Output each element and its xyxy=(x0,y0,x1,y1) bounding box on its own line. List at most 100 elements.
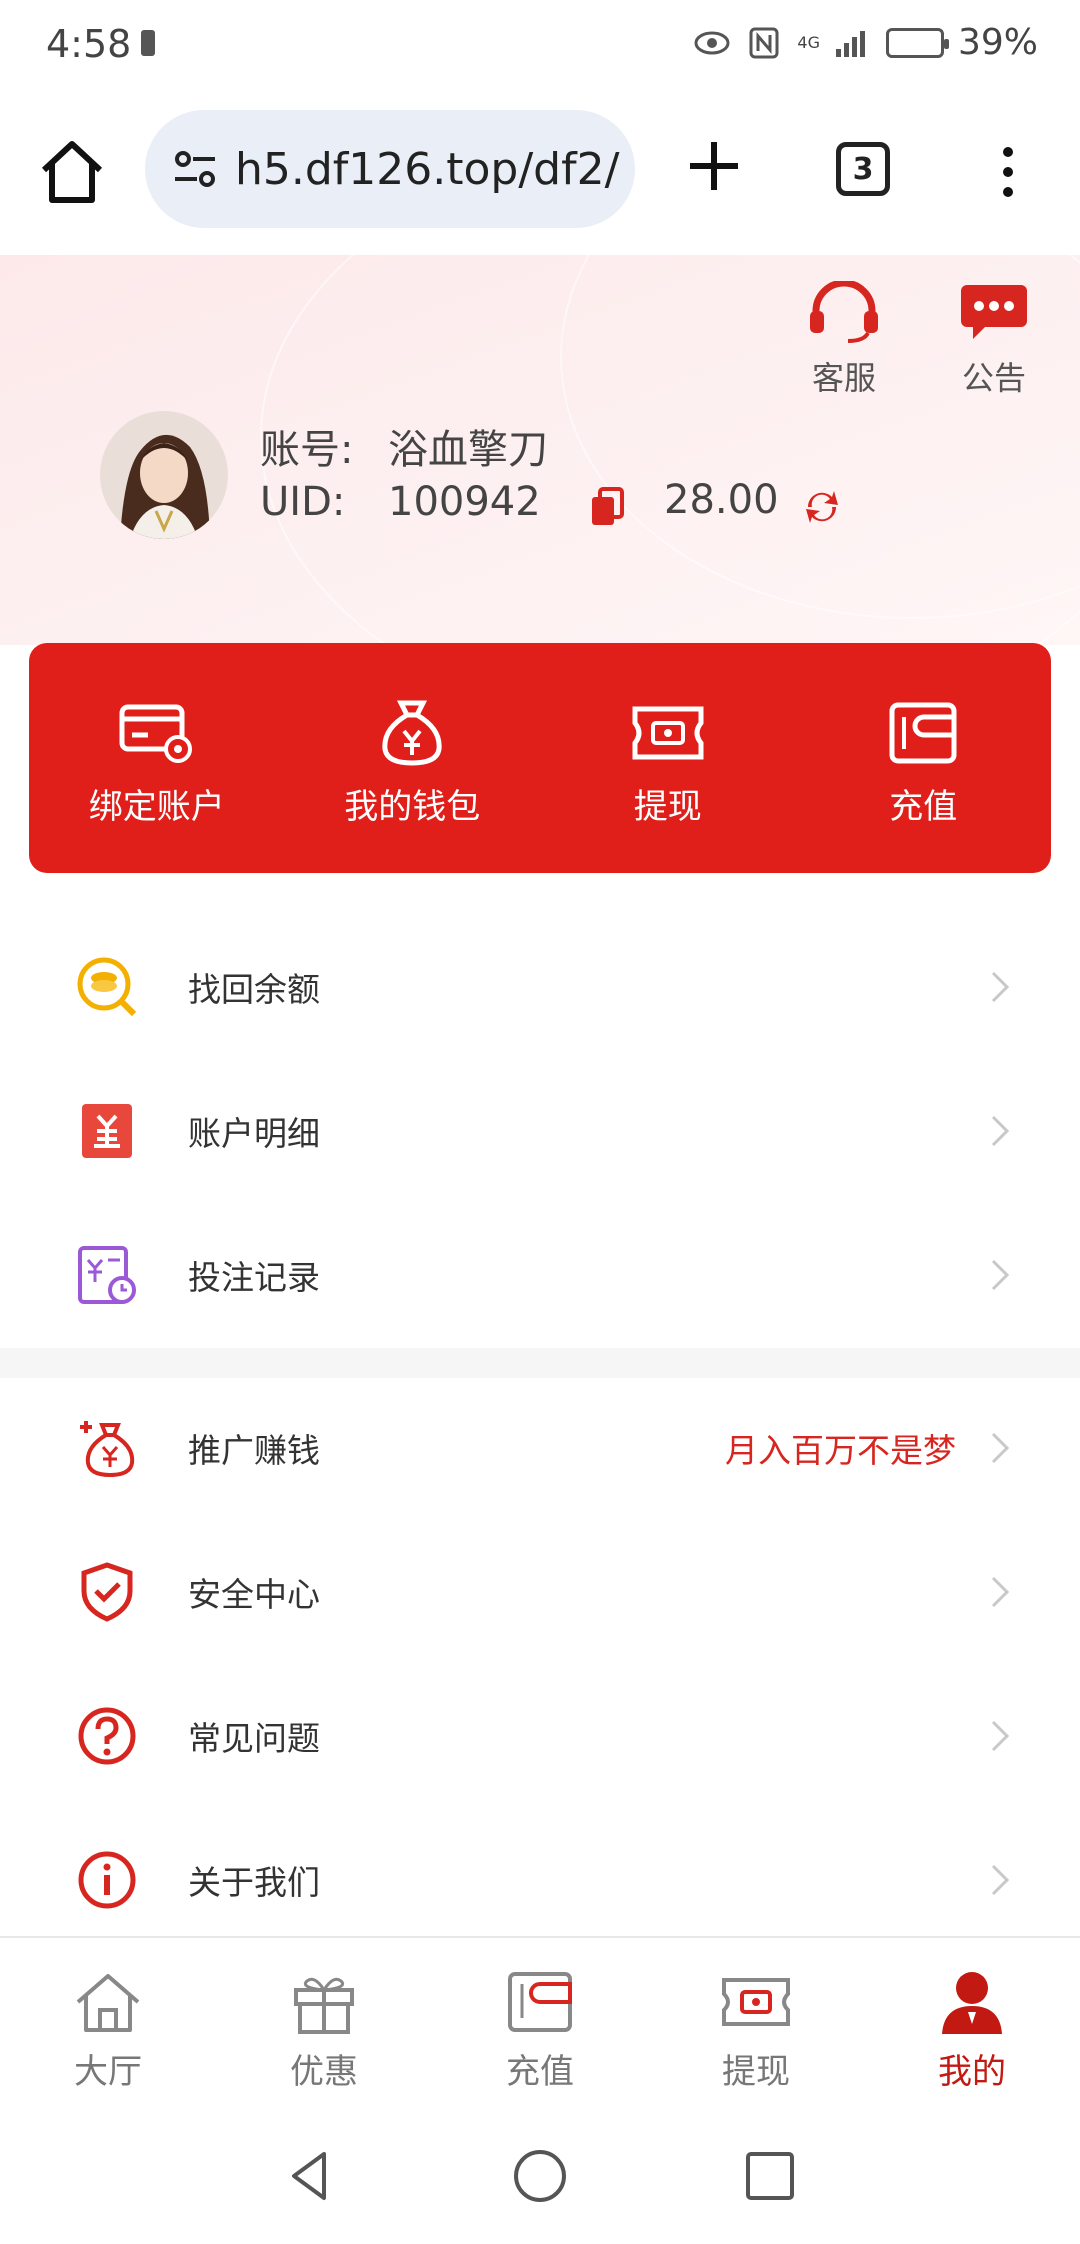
tab-withdraw[interactable]: 提现 xyxy=(648,1938,864,2118)
chevron-right-icon xyxy=(991,1720,1010,1752)
menu-item-promote-earn[interactable]: 推广赚钱 月入百万不是梦 xyxy=(0,1376,1080,1520)
browser-home-icon[interactable] xyxy=(36,136,108,208)
menu-item-bet-records[interactable]: 投注记录 xyxy=(0,1203,1080,1347)
tab-lobby[interactable]: 大厅 xyxy=(0,1938,216,2118)
back-icon[interactable] xyxy=(280,2146,340,2206)
coin-search-icon xyxy=(77,957,137,1017)
tab-withdraw-label: 提现 xyxy=(722,2052,790,2092)
battery-alert-icon xyxy=(141,30,155,56)
menu-label-account-details: 账户明细 xyxy=(188,1114,320,1153)
battery-percent: 39% xyxy=(957,22,1038,63)
chevron-right-icon xyxy=(991,971,1010,1003)
copy-icon[interactable] xyxy=(590,487,624,527)
tab-recharge[interactable]: 充值 xyxy=(432,1938,648,2118)
withdraw-ticket-icon xyxy=(722,1978,790,2026)
menu-label-bet-records: 投注记录 xyxy=(188,1258,320,1297)
tab-promotions[interactable]: 优惠 xyxy=(216,1938,432,2118)
tab-lobby-label: 大厅 xyxy=(74,2052,142,2092)
my-wallet-label: 我的钱包 xyxy=(344,787,481,827)
balance-amount: 28.00 xyxy=(664,477,779,523)
site-settings-icon[interactable] xyxy=(169,143,221,195)
home-nav-icon[interactable] xyxy=(510,2146,570,2206)
yuan-document-icon xyxy=(82,1104,132,1158)
plus-money-bag-icon xyxy=(80,1421,135,1478)
bind-account-label: 绑定账户 xyxy=(88,787,225,827)
headset-icon xyxy=(810,279,878,343)
menu-label-faq: 常见问题 xyxy=(188,1719,320,1758)
refresh-icon[interactable] xyxy=(800,485,844,529)
menu-label-promote-earn: 推广赚钱 xyxy=(188,1431,320,1470)
quick-actions-bar: 绑定账户 我的钱包 提现 充值 xyxy=(29,643,1051,873)
menu-item-faq[interactable]: 常见问题 xyxy=(0,1664,1080,1808)
status-bar: 4:58 4G 39% xyxy=(0,0,1080,90)
question-circle-icon xyxy=(78,1707,136,1765)
recharge-label: 充值 xyxy=(889,787,958,827)
new-tab-icon[interactable] xyxy=(682,134,746,198)
tab-mine-label: 我的 xyxy=(938,2052,1006,2092)
tab-mine[interactable]: 我的 xyxy=(864,1938,1080,2118)
menu-item-security-center[interactable]: 安全中心 xyxy=(0,1520,1080,1664)
avatar-portrait-icon xyxy=(100,411,228,539)
customer-service-label: 客服 xyxy=(811,359,876,397)
chevron-right-icon xyxy=(991,1864,1010,1896)
more-menu-icon[interactable] xyxy=(990,142,1026,202)
bind-account-button[interactable]: 绑定账户 xyxy=(29,643,285,873)
chevron-right-icon xyxy=(991,1115,1010,1147)
signal-label: 4G xyxy=(797,32,820,52)
account-key: 账号: xyxy=(260,427,354,473)
withdraw-button[interactable]: 提现 xyxy=(540,643,796,873)
battery-icon xyxy=(885,27,949,58)
signal-bars-icon xyxy=(835,30,865,57)
chevron-right-icon xyxy=(991,1432,1010,1464)
withdraw-ticket-icon xyxy=(632,706,704,760)
tab-promotions-label: 优惠 xyxy=(290,2052,358,2092)
section-divider xyxy=(0,1348,1080,1378)
account-name: 浴血擎刀 xyxy=(388,427,548,473)
withdraw-label: 提现 xyxy=(633,787,702,827)
address-bar[interactable]: h5.df126.top/df2/ xyxy=(145,110,635,228)
profile-header: 客服 公告 账号: 浴血擎刀 UID: 100942 28.00 xyxy=(0,255,1080,645)
shield-check-icon xyxy=(81,1562,133,1622)
system-navigation-bar xyxy=(0,2116,1080,2244)
menu-group-2: 推广赚钱 月入百万不是梦 安全中心 常见问题 关于我们 xyxy=(0,1376,1080,1952)
uid-value: 100942 xyxy=(388,479,541,525)
uid-key: UID: xyxy=(260,479,346,525)
wallet-icon xyxy=(508,1972,572,2032)
notice-label: 公告 xyxy=(961,359,1026,397)
menu-label-recover-balance: 找回余额 xyxy=(188,970,320,1009)
avatar[interactable] xyxy=(100,411,228,539)
menu-item-account-details[interactable]: 账户明细 xyxy=(0,1059,1080,1203)
card-settings-icon xyxy=(119,704,192,763)
url-text: h5.df126.top/df2/ xyxy=(235,143,620,195)
bet-record-icon xyxy=(78,1246,136,1304)
status-time: 4:58 xyxy=(46,22,132,66)
recents-icon[interactable] xyxy=(740,2146,800,2206)
menu-item-about-us[interactable]: 关于我们 xyxy=(0,1808,1080,1952)
eye-icon xyxy=(694,31,730,54)
menu-label-security-center: 安全中心 xyxy=(188,1575,320,1614)
nfc-icon xyxy=(749,27,779,58)
chevron-right-icon xyxy=(991,1576,1010,1608)
recharge-button[interactable]: 充值 xyxy=(796,643,1052,873)
my-wallet-button[interactable]: 我的钱包 xyxy=(285,643,541,873)
bottom-tab-bar: 大厅 优惠 充值 提现 我的 xyxy=(0,1936,1080,2118)
customer-service-button[interactable]: 客服 xyxy=(794,279,894,399)
home-icon xyxy=(76,1974,140,2032)
tab-recharge-label: 充值 xyxy=(506,2052,574,2092)
money-bag-icon xyxy=(382,700,442,766)
gift-icon xyxy=(294,1977,354,2034)
uid-row: UID: 100942 xyxy=(260,479,541,525)
wallet-icon xyxy=(889,702,957,764)
info-circle-icon xyxy=(78,1851,136,1909)
tab-switcher-button[interactable]: 3 xyxy=(836,142,890,196)
user-icon xyxy=(942,1972,1002,2034)
chevron-right-icon xyxy=(991,1259,1010,1291)
menu-item-recover-balance[interactable]: 找回余额 xyxy=(0,915,1080,1059)
message-bubble-icon xyxy=(961,285,1027,339)
account-row: 账号: 浴血擎刀 xyxy=(260,417,548,475)
notice-button[interactable]: 公告 xyxy=(944,281,1044,399)
menu-group-1: 找回余额 账户明细 投注记录 xyxy=(0,915,1080,1347)
promo-slogan: 月入百万不是梦 xyxy=(725,1431,956,1470)
browser-toolbar: h5.df126.top/df2/ 3 xyxy=(0,90,1080,256)
menu-label-about-us: 关于我们 xyxy=(188,1863,320,1902)
